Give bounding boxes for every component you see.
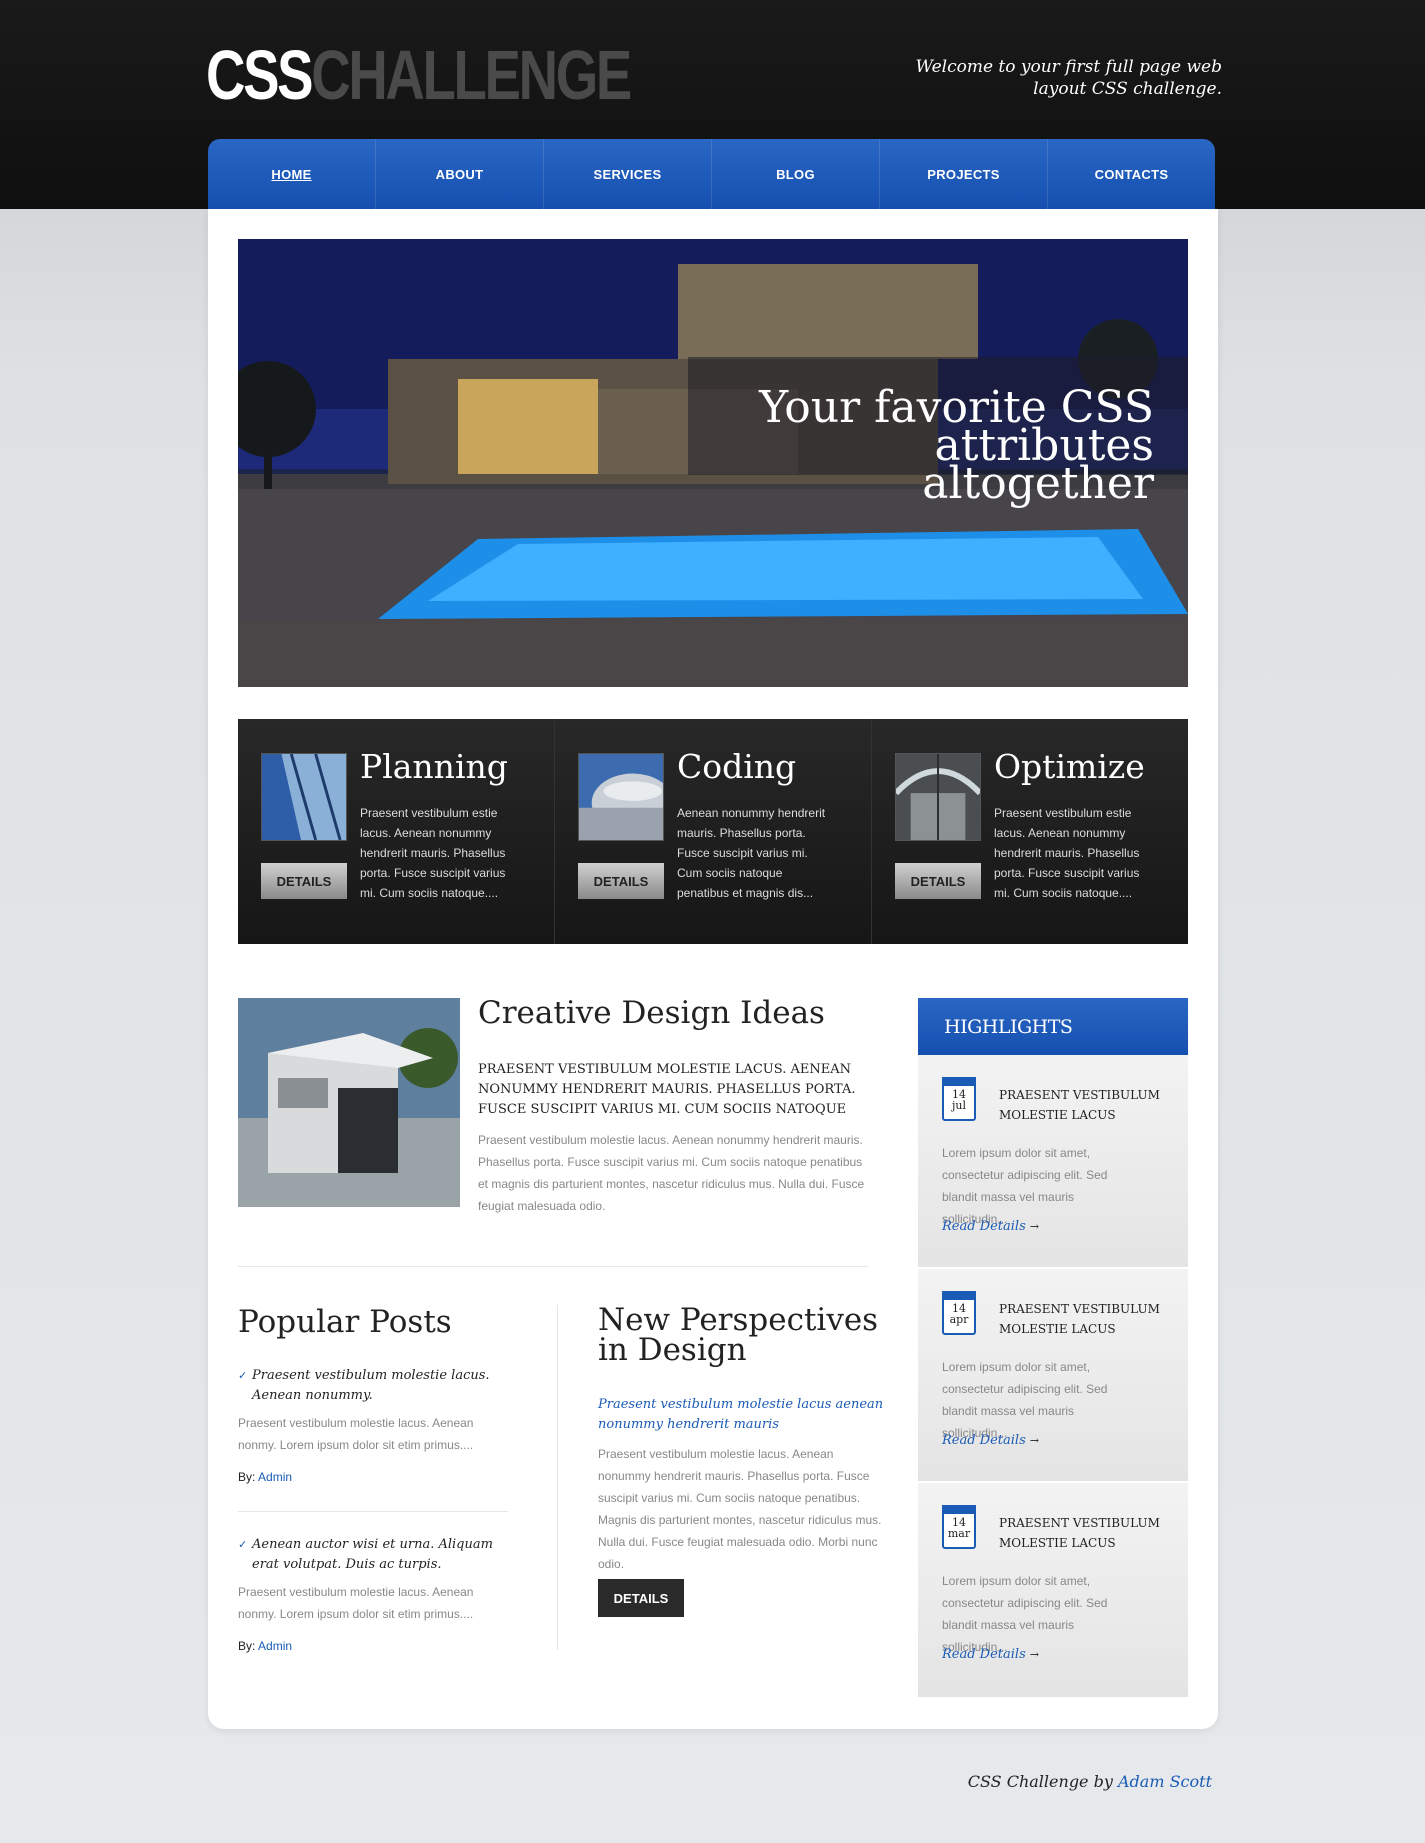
nav-item-about[interactable]: ABOUT: [376, 139, 544, 209]
check-icon: ✓: [238, 1369, 248, 1382]
arrow-right-icon: →: [1029, 1648, 1039, 1661]
features-strip: Planning Praesent vestibulum estie lacus…: [238, 719, 1188, 944]
nav-item-contacts[interactable]: CONTACTS: [1048, 139, 1215, 209]
post-heading-text: Aenean auctor wisi et urna. Aliquam erat…: [252, 1537, 493, 1572]
date-month: mar: [947, 1527, 971, 1540]
hero-banner: Your favorite CSS attributes altogether: [238, 239, 1188, 687]
feature-optimize: Optimize Praesent vestibulum estie lacus…: [872, 719, 1188, 944]
highlight-body: Lorem ipsum dolor sit amet, consectetur …: [942, 1360, 1108, 1440]
optimize-details-button[interactable]: DETAILS: [895, 863, 981, 899]
creative-body: Praesent vestibulum molestie lacus. Aene…: [478, 1133, 865, 1213]
optimize-thumbnail: [895, 753, 981, 841]
logo-css: CSS: [206, 36, 314, 114]
date-month: jul: [951, 1099, 966, 1112]
feature-title: Optimize: [994, 747, 1145, 786]
highlight-body: Lorem ipsum dolor sit amet, consectetur …: [942, 1574, 1108, 1654]
footer-author-link[interactable]: Adam Scott: [1118, 1772, 1212, 1791]
highlight-title: PRAESENT VESTIBULUM MOLESTIE LACUS: [999, 1088, 1160, 1122]
perspectives-subtitle[interactable]: Praesent vestibulum molestie lacus aenea…: [598, 1395, 888, 1435]
read-details-link[interactable]: Read Details →: [942, 1647, 1039, 1662]
feature-text: Praesent vestibulum estie lacus. Aenean …: [360, 806, 506, 900]
footer-credit: CSS Challenge by Adam Scott: [968, 1772, 1212, 1791]
nav-item-projects[interactable]: PROJECTS: [880, 139, 1048, 209]
planning-details-button[interactable]: DETAILS: [261, 863, 347, 899]
highlight-title: PRAESENT VESTIBULUM MOLESTIE LACUS: [999, 1516, 1160, 1550]
main-nav: HOME ABOUT SERVICES BLOG PROJECTS CONTAC…: [208, 139, 1215, 209]
calendar-icon: 14 jul: [942, 1077, 976, 1121]
creative-title: Creative Design Ideas: [478, 995, 825, 1031]
post-excerpt: Praesent vestibulum molestie lacus. Aene…: [238, 1416, 474, 1452]
byline-label: By:: [238, 1470, 256, 1484]
feature-planning: Planning Praesent vestibulum estie lacus…: [238, 719, 555, 944]
coding-thumbnail: [578, 753, 664, 841]
popular-post: ✓ Praesent vestibulum molestie lacus. Aen…: [238, 1366, 508, 1484]
feature-text: Praesent vestibulum estie lacus. Aenean …: [994, 806, 1140, 900]
byline-label: By:: [238, 1639, 256, 1653]
coding-details-button[interactable]: DETAILS: [578, 863, 664, 899]
post-heading[interactable]: ✓ Aenean auctor wisi et urna. Aliquam era…: [238, 1535, 508, 1575]
post-byline: By: Admin: [238, 1470, 508, 1484]
perspectives-details-button[interactable]: DETAILS: [598, 1579, 684, 1617]
highlight-item: 14 mar PRAESENT VESTIBULUM MOLESTIE LACUS…: [918, 1483, 1188, 1697]
calendar-icon: 14 apr: [942, 1291, 976, 1335]
check-icon: ✓: [238, 1538, 248, 1551]
post-heading[interactable]: ✓ Praesent vestibulum molestie lacus. Aen…: [238, 1366, 508, 1406]
logo-challenge: CHALLENGE: [311, 36, 632, 114]
read-details-link[interactable]: Read Details →: [942, 1219, 1039, 1234]
feature-coding: Coding Aenean nonummy hendrerit mauris. …: [555, 719, 872, 944]
post-heading-text: Praesent vestibulum molestie lacus. Aene…: [252, 1368, 490, 1403]
arrow-right-icon: →: [1029, 1220, 1039, 1233]
highlight-body: Lorem ipsum dolor sit amet, consectetur …: [942, 1146, 1108, 1226]
column-divider: [557, 1305, 558, 1650]
feature-title: Coding: [677, 747, 797, 786]
highlight-item: 14 apr PRAESENT VESTIBULUM MOLESTIE LACUS…: [918, 1269, 1188, 1483]
post-byline: By: Admin: [238, 1639, 508, 1653]
author-link[interactable]: Admin: [258, 1639, 292, 1653]
nav-item-services[interactable]: SERVICES: [544, 139, 712, 209]
site-logo[interactable]: CSSCHALLENGE: [206, 40, 632, 110]
author-link[interactable]: Admin: [258, 1470, 292, 1484]
highlights-panel: HIGHLIGHTS 14 jul PRAESENT VESTIBULUM MOL…: [918, 998, 1188, 1697]
creative-design-image: [238, 998, 460, 1207]
planning-thumbnail: [261, 753, 347, 841]
highlights-title: HIGHLIGHTS: [918, 998, 1188, 1055]
date-month: apr: [949, 1313, 969, 1326]
feature-title: Planning: [360, 747, 508, 786]
creative-subtitle: PRAESENT VESTIBULUM MOLESTIE LACUS. AENE…: [478, 1062, 856, 1117]
divider: [238, 1266, 868, 1267]
read-details-link[interactable]: Read Details →: [942, 1433, 1039, 1448]
divider: [238, 1511, 508, 1512]
calendar-icon: 14 mar: [942, 1505, 976, 1549]
read-details-label: Read Details: [942, 1219, 1026, 1234]
arrow-right-icon: →: [1029, 1434, 1039, 1447]
perspectives-body: Praesent vestibulum molestie lacus. Aene…: [598, 1447, 882, 1571]
perspectives-title: New Perspectives in Design: [598, 1302, 879, 1368]
popular-post: ✓ Aenean auctor wisi et urna. Aliquam era…: [238, 1535, 508, 1653]
feature-text: Aenean nonummy hendrerit mauris. Phasell…: [677, 806, 826, 900]
read-details-label: Read Details: [942, 1433, 1026, 1448]
hero-title: Your favorite CSS attributes altogether: [759, 382, 1154, 509]
nav-item-home[interactable]: HOME: [208, 139, 376, 209]
highlight-item: 14 jul PRAESENT VESTIBULUM MOLESTIE LACUS…: [918, 1055, 1188, 1269]
nav-item-blog[interactable]: BLOG: [712, 139, 880, 209]
footer-text: CSS Challenge by: [967, 1772, 1113, 1791]
content-container: Your favorite CSS attributes altogether …: [208, 209, 1218, 1729]
popular-posts-title: Popular Posts: [238, 1304, 452, 1340]
read-details-label: Read Details: [942, 1647, 1026, 1662]
header-tagline: Welcome to your first full page web layo…: [915, 57, 1222, 99]
post-excerpt: Praesent vestibulum molestie lacus. Aene…: [238, 1585, 474, 1621]
highlight-title: PRAESENT VESTIBULUM MOLESTIE LACUS: [999, 1302, 1160, 1336]
